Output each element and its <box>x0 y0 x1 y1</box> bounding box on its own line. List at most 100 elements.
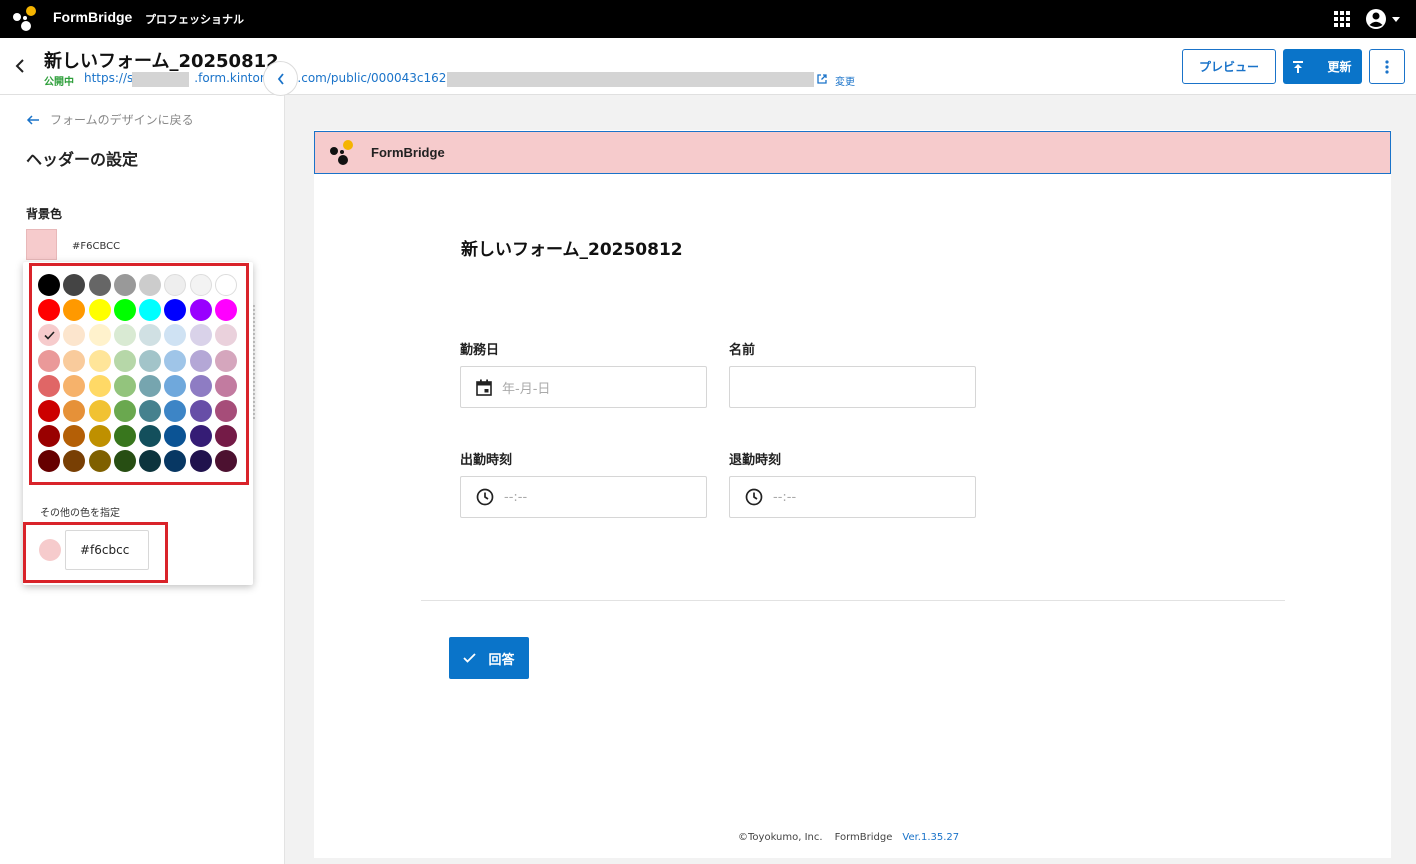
color-swatch[interactable] <box>139 374 162 397</box>
color-swatch[interactable] <box>189 425 212 448</box>
color-swatch[interactable] <box>164 399 187 422</box>
form-title: 新しいフォーム_20250812 <box>44 51 279 72</box>
external-link-icon[interactable] <box>816 73 828 85</box>
color-swatch[interactable] <box>63 450 86 473</box>
color-swatch[interactable] <box>38 374 60 397</box>
color-swatch[interactable] <box>189 374 212 397</box>
color-swatch[interactable] <box>189 349 212 372</box>
publish-status: 公開中 <box>44 77 74 88</box>
more-vertical-icon <box>1385 59 1389 74</box>
preview-form-header[interactable]: FormBridge <box>314 131 1391 174</box>
chevron-left-icon <box>277 72 284 85</box>
color-swatch[interactable] <box>38 450 60 473</box>
color-swatch[interactable] <box>215 425 238 448</box>
color-swatch[interactable] <box>139 299 162 322</box>
color-swatch[interactable] <box>164 425 187 448</box>
color-swatch[interactable] <box>63 274 86 296</box>
color-swatch[interactable] <box>189 299 212 322</box>
back-to-design-link[interactable]: フォームのデザインに戻る <box>26 111 194 128</box>
color-swatch[interactable] <box>63 349 86 372</box>
color-swatch[interactable] <box>38 425 60 448</box>
update-button[interactable]: 更新 <box>1283 49 1362 84</box>
custom-color-preview <box>39 539 61 561</box>
color-palette-grid <box>38 274 238 473</box>
color-swatch[interactable] <box>189 274 212 296</box>
color-swatch[interactable] <box>215 349 238 372</box>
clock-in-input[interactable]: --:-- <box>460 476 707 518</box>
preview-button[interactable]: プレビュー <box>1182 49 1276 84</box>
color-swatch[interactable] <box>215 324 238 347</box>
color-swatch[interactable] <box>88 324 111 347</box>
color-swatch[interactable] <box>139 425 162 448</box>
color-swatch[interactable] <box>113 450 136 473</box>
panel-title: ヘッダーの設定 <box>26 150 139 169</box>
color-swatch[interactable] <box>113 274 136 296</box>
color-swatch[interactable] <box>164 324 187 347</box>
redacted-mask <box>132 72 189 87</box>
account-icon[interactable] <box>1365 8 1401 30</box>
color-swatch[interactable] <box>215 399 238 422</box>
color-swatch[interactable] <box>88 299 111 322</box>
footer-version[interactable]: Ver.1.35.27 <box>902 832 959 843</box>
edition-label: プロフェッショナル <box>145 13 244 26</box>
color-swatch[interactable] <box>189 450 212 473</box>
color-swatch[interactable] <box>164 299 187 322</box>
back-button[interactable] <box>10 55 30 77</box>
submit-button[interactable]: 回答 <box>449 637 529 679</box>
name-input[interactable] <box>729 366 976 408</box>
background-color-swatch[interactable] <box>26 229 57 260</box>
color-swatch[interactable] <box>88 374 111 397</box>
more-options-button[interactable] <box>1369 49 1405 84</box>
divider <box>421 600 1285 601</box>
color-swatch[interactable] <box>215 450 238 473</box>
color-swatch[interactable] <box>38 399 60 422</box>
color-swatch[interactable] <box>189 324 212 347</box>
color-swatch[interactable] <box>164 374 187 397</box>
color-swatch[interactable] <box>215 299 238 322</box>
color-swatch[interactable] <box>63 324 86 347</box>
footer-copyright: ©Toyokumo, Inc. <box>738 832 823 843</box>
apps-grid-icon[interactable] <box>1333 10 1351 28</box>
color-swatch[interactable] <box>38 274 60 296</box>
color-swatch[interactable] <box>139 324 162 347</box>
background-color-label: 背景色 <box>26 207 63 221</box>
color-swatch[interactable] <box>139 450 162 473</box>
color-swatch[interactable] <box>63 425 86 448</box>
color-swatch[interactable] <box>164 274 187 296</box>
color-swatch[interactable] <box>88 450 111 473</box>
color-swatch[interactable] <box>88 399 111 422</box>
color-swatch[interactable] <box>113 374 136 397</box>
chevron-left-icon <box>15 59 24 73</box>
color-swatch[interactable] <box>164 450 187 473</box>
custom-color-input[interactable] <box>65 530 149 570</box>
color-swatch[interactable] <box>215 274 238 296</box>
clock-out-input[interactable]: --:-- <box>729 476 976 518</box>
preview-footer: ©Toyokumo, Inc. FormBridge Ver.1.35.27 <box>738 832 959 843</box>
color-swatch[interactable] <box>164 349 187 372</box>
color-swatch[interactable] <box>113 299 136 322</box>
color-swatch[interactable] <box>38 324 60 347</box>
color-swatch[interactable] <box>63 374 86 397</box>
change-url-link[interactable]: 変更 <box>835 73 855 88</box>
color-swatch[interactable] <box>63 399 86 422</box>
color-swatch[interactable] <box>139 349 162 372</box>
color-swatch[interactable] <box>38 299 60 322</box>
color-swatch[interactable] <box>113 349 136 372</box>
color-swatch[interactable] <box>88 425 111 448</box>
color-swatch[interactable] <box>38 349 60 372</box>
form-preview: FormBridge 新しいフォーム_20250812 勤務日 年-月-日 名前… <box>314 130 1391 858</box>
color-swatch[interactable] <box>139 274 162 296</box>
color-swatch[interactable] <box>113 324 136 347</box>
clock-in-placeholder: --:-- <box>504 489 528 505</box>
color-swatch[interactable] <box>189 399 212 422</box>
color-swatch[interactable] <box>113 425 136 448</box>
color-swatch[interactable] <box>215 374 238 397</box>
color-swatch[interactable] <box>139 399 162 422</box>
collapse-panel-button[interactable] <box>263 61 298 96</box>
color-swatch[interactable] <box>88 274 111 296</box>
color-swatch[interactable] <box>88 349 111 372</box>
color-swatch[interactable] <box>113 399 136 422</box>
formbridge-logo-icon <box>13 6 36 31</box>
work-date-input[interactable]: 年-月-日 <box>460 366 707 408</box>
color-swatch[interactable] <box>63 299 86 322</box>
